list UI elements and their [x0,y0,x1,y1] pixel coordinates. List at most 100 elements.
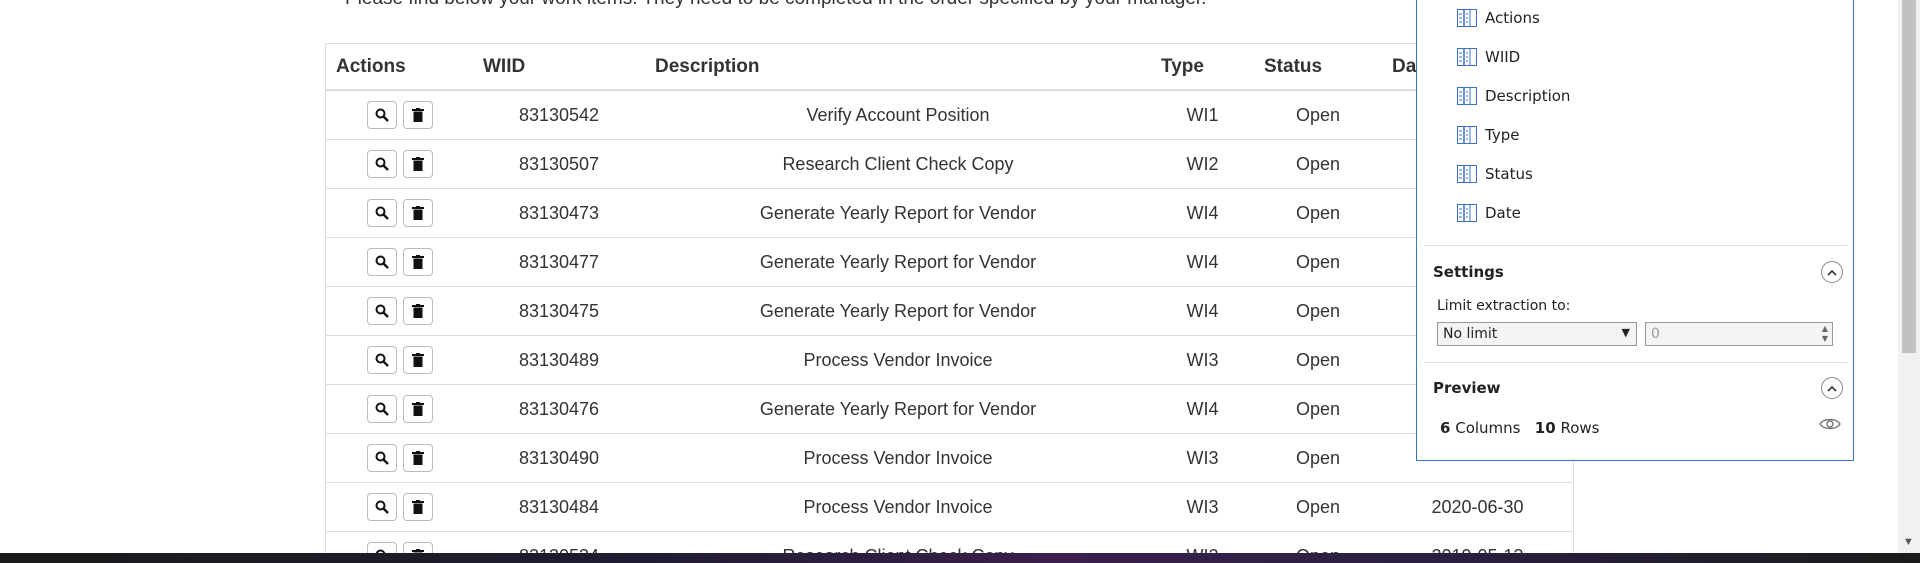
delete-button[interactable] [402,493,433,521]
cell-type: WI2 [1151,139,1254,189]
table-row: 83130475 Generate Yearly Report for Vendo… [326,286,1573,336]
delete-button[interactable] [402,297,433,325]
view-button[interactable] [366,444,397,472]
panel-column-item[interactable]: Date [1457,203,1521,223]
view-button[interactable] [366,493,397,521]
search-icon [375,353,389,367]
cell-status: Open [1254,89,1382,140]
panel-column-item[interactable]: Status [1457,164,1533,184]
intro-text: Please find below your work items. They … [345,0,1206,10]
search-icon [375,451,389,465]
view-button[interactable] [366,346,397,374]
preview-collapse-button[interactable] [1821,377,1843,399]
cell-type: WI1 [1151,89,1254,140]
panel-column-label: Description [1485,87,1571,105]
column-icon [1457,9,1477,27]
row-actions [326,237,473,287]
trash-icon [411,304,424,318]
preview-rows-count: 10 [1534,419,1556,437]
view-button[interactable] [366,542,397,553]
delete-button[interactable] [402,248,433,276]
cell-type: WI3 [1151,433,1254,483]
view-button[interactable] [366,297,397,325]
cell-wiid: 83130507 [473,139,645,189]
preview-rows-label: Rows [1560,419,1600,437]
cell-wiid: 83130476 [473,384,645,434]
table-header-row: Actions WIID Description Type Status Dat… [326,43,1573,91]
delete-button[interactable] [402,346,433,374]
preview-button[interactable] [1819,416,1841,436]
row-actions [326,286,473,336]
row-actions [326,384,473,434]
divider [1423,245,1847,246]
column-icon [1457,48,1477,66]
column-icon [1457,87,1477,105]
delete-button[interactable] [402,444,433,472]
view-button[interactable] [366,199,397,227]
row-actions [326,335,473,385]
column-icon [1457,204,1477,222]
cell-description: Process Vendor Invoice [645,335,1151,385]
extraction-panel: Actions WIID Description Type Status Date Set… [1416,0,1854,461]
cell-wiid: 83130534 [473,531,645,553]
delete-button[interactable] [402,150,433,178]
search-icon [375,304,389,318]
panel-column-item[interactable]: Actions [1457,8,1540,28]
panel-column-label: Actions [1485,9,1540,27]
page-scrollbar[interactable]: ▼ [1898,0,1920,553]
view-button[interactable] [366,248,397,276]
view-button[interactable] [366,101,397,129]
scrollbar-thumb[interactable] [1902,0,1916,353]
table-row: 83130490 Process Vendor Invoice WI3 Open [326,433,1573,483]
panel-column-item[interactable]: Type [1457,125,1519,145]
delete-button[interactable] [402,395,433,423]
cell-status: Open [1254,482,1382,532]
delete-button[interactable] [402,199,433,227]
panel-column-item[interactable]: WIID [1457,47,1520,67]
cell-description: Generate Yearly Report for Vendor [645,286,1151,336]
cell-status: Open [1254,139,1382,189]
preview-columns-count: 6 [1440,419,1451,437]
cell-date: 2020-06-30 [1382,482,1573,532]
cell-type: WI3 [1151,482,1254,532]
settings-title: Settings [1433,263,1504,281]
row-actions [326,89,473,140]
view-button[interactable] [366,395,397,423]
panel-column-item[interactable]: Description [1457,86,1570,106]
cell-description: Generate Yearly Report for Vendor [645,237,1151,287]
header-wiid[interactable]: WIID [473,43,645,91]
delete-button[interactable] [402,101,433,129]
cell-date: 2019-05-13 [1382,531,1573,553]
header-status[interactable]: Status [1254,43,1382,91]
cell-type: WI2 [1151,531,1254,553]
scroll-down-icon[interactable]: ▼ [1903,536,1914,548]
cell-description: Research Client Check Copy [645,139,1151,189]
limit-value-input[interactable]: 0 ▲ ▼ [1645,322,1833,346]
cell-wiid: 83130477 [473,237,645,287]
trash-icon [411,402,424,416]
view-button[interactable] [366,150,397,178]
settings-collapse-button[interactable] [1821,261,1843,283]
trash-icon [411,206,424,220]
header-description[interactable]: Description [645,43,1151,91]
preview-summary: 6 Columns 10 Rows [1440,419,1599,437]
header-actions: Actions [326,43,473,91]
trash-icon [411,255,424,269]
cell-status: Open [1254,384,1382,434]
cell-type: WI4 [1151,286,1254,336]
header-type[interactable]: Type [1151,43,1254,91]
trash-icon [411,353,424,367]
delete-button[interactable] [402,542,433,553]
divider [1423,362,1847,363]
preview-title: Preview [1433,379,1501,397]
taskbar [0,553,1920,563]
cell-wiid: 83130542 [473,89,645,140]
cell-description: Generate Yearly Report for Vendor [645,384,1151,434]
cell-wiid: 83130484 [473,482,645,532]
search-icon [375,157,389,171]
spinner-arrows-icon[interactable]: ▲ ▼ [1822,324,1828,344]
dropdown-caret-icon: ▼ [1621,326,1630,339]
trash-icon [411,157,424,171]
limit-select[interactable]: No limit ▼ [1437,322,1637,346]
search-icon [375,206,389,220]
